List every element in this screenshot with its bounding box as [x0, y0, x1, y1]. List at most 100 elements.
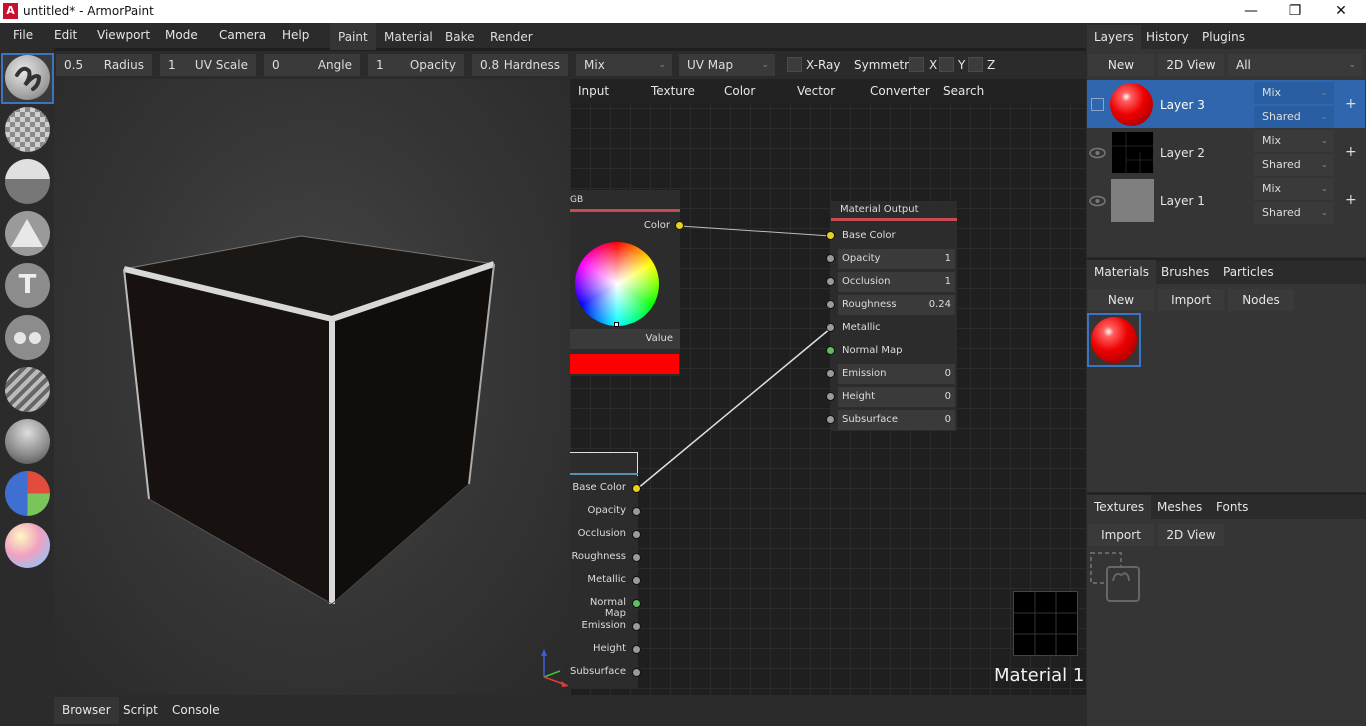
uv-scale-field[interactable]: 1 UV Scale: [160, 54, 256, 76]
sym-z-checkbox[interactable]: [968, 57, 983, 72]
tab-meshes[interactable]: Meshes: [1150, 495, 1209, 519]
tab-fonts[interactable]: Fonts: [1209, 495, 1255, 519]
2d-view-button[interactable]: 2D View: [1158, 54, 1224, 76]
color-wheel[interactable]: [575, 242, 659, 326]
layer-2-add-mask-button[interactable]: +: [1345, 144, 1357, 160]
principled-output-socket[interactable]: [632, 507, 641, 516]
principled-output-socket[interactable]: [632, 576, 641, 585]
layer-3-blend-dropdown[interactable]: Mix ⌄: [1254, 82, 1334, 104]
output-input-socket[interactable]: [826, 277, 835, 286]
radius-field[interactable]: 0.5 Radius: [56, 54, 152, 76]
output-input-socket[interactable]: [826, 300, 835, 309]
menu-camera[interactable]: Camera: [213, 23, 272, 48]
angle-field[interactable]: 0 Angle: [264, 54, 360, 76]
output-input-row[interactable]: Emission 0: [838, 364, 955, 384]
clone-tool-icon[interactable]: [5, 315, 50, 360]
tab-paint[interactable]: Paint: [330, 23, 376, 50]
output-input-row[interactable]: Opacity 1: [838, 249, 955, 269]
xray-checkbox[interactable]: [787, 57, 802, 72]
blur-tool-icon[interactable]: [5, 367, 50, 412]
principled-output-socket[interactable]: [632, 553, 641, 562]
menu-viewport[interactable]: Viewport: [91, 23, 156, 48]
tab-console[interactable]: Console: [164, 697, 228, 724]
sym-x-checkbox[interactable]: [909, 57, 924, 72]
node-menu-input[interactable]: Input: [578, 84, 609, 98]
tab-plugins[interactable]: Plugins: [1195, 25, 1252, 49]
output-input-row[interactable]: Occlusion 1: [838, 272, 955, 292]
decal-tool-icon[interactable]: [5, 211, 50, 256]
node-menu-converter[interactable]: Converter: [870, 84, 930, 98]
layer-1-add-mask-button[interactable]: +: [1345, 192, 1357, 208]
rgb-node[interactable]: GB Color Value: [570, 190, 680, 376]
minimize-button[interactable]: —: [1228, 0, 1274, 23]
3d-viewport[interactable]: [54, 79, 570, 695]
tab-browser[interactable]: Browser: [54, 697, 119, 724]
colorid-tool-icon[interactable]: [5, 471, 50, 516]
blend-mode-dropdown[interactable]: Mix ⌄: [576, 54, 672, 76]
nodes-button[interactable]: Nodes: [1228, 289, 1294, 311]
brush-tool-icon[interactable]: [5, 55, 50, 100]
output-input-socket[interactable]: [826, 323, 835, 332]
node-menu-texture[interactable]: Texture: [651, 84, 695, 98]
layer-filter-dropdown[interactable]: All ⌄: [1228, 54, 1362, 76]
principled-output-socket[interactable]: [632, 484, 641, 493]
output-input-socket[interactable]: [826, 231, 835, 240]
output-input-socket[interactable]: [826, 392, 835, 401]
eraser-tool-icon[interactable]: [5, 107, 50, 152]
tab-materials[interactable]: Materials: [1087, 260, 1157, 284]
import-material-button[interactable]: Import: [1158, 289, 1224, 311]
import-texture-button[interactable]: Import: [1088, 524, 1154, 546]
sym-y-checkbox[interactable]: [939, 57, 954, 72]
principled-output-socket[interactable]: [632, 599, 641, 608]
tab-render[interactable]: Render: [482, 23, 541, 50]
texture-2d-view-button[interactable]: 2D View: [1158, 524, 1224, 546]
tab-script[interactable]: Script: [115, 697, 166, 724]
color-wheel-cursor[interactable]: [614, 322, 619, 327]
layer-2-mask-dropdown[interactable]: Shared ⌄: [1254, 154, 1334, 176]
principled-output-socket[interactable]: [632, 622, 641, 631]
tab-bake[interactable]: Bake: [437, 23, 483, 50]
layer-2-blend-dropdown[interactable]: Mix ⌄: [1254, 130, 1334, 152]
tab-layers[interactable]: Layers: [1087, 25, 1141, 49]
particle-tool-icon[interactable]: [5, 419, 50, 464]
new-material-button[interactable]: New: [1088, 289, 1154, 311]
material-1-slot[interactable]: [1087, 313, 1141, 367]
text-tool-icon[interactable]: T: [5, 263, 50, 308]
output-input-row[interactable]: Subsurface 0: [838, 410, 955, 430]
principled-output-socket[interactable]: [632, 530, 641, 539]
tab-particles[interactable]: Particles: [1216, 260, 1281, 284]
rgb-color-output-socket[interactable]: [675, 221, 684, 230]
menu-file[interactable]: File: [7, 23, 39, 48]
node-menu-search[interactable]: Search: [943, 84, 984, 98]
output-input-row[interactable]: Height 0: [838, 387, 955, 407]
principled-output-socket[interactable]: [632, 645, 641, 654]
output-input-row[interactable]: Roughness 0.24: [838, 295, 955, 315]
output-input-socket[interactable]: [826, 346, 835, 355]
layer-3-add-mask-button[interactable]: +: [1345, 96, 1357, 112]
opacity-field[interactable]: 1 Opacity: [368, 54, 464, 76]
layer-1-blend-dropdown[interactable]: Mix ⌄: [1254, 178, 1334, 200]
tab-textures[interactable]: Textures: [1087, 495, 1152, 519]
menu-edit[interactable]: Edit: [48, 23, 83, 48]
eye-icon[interactable]: [1089, 194, 1106, 208]
output-input-socket[interactable]: [826, 415, 835, 424]
node-menu-vector[interactable]: Vector: [797, 84, 835, 98]
maximize-button[interactable]: ❐: [1272, 0, 1318, 23]
tab-material[interactable]: Material: [376, 23, 441, 50]
menu-help[interactable]: Help: [276, 23, 315, 48]
layer-visibility-checkbox[interactable]: [1091, 98, 1104, 111]
layer-3-mask-dropdown[interactable]: Shared ⌄: [1254, 106, 1334, 128]
hardness-field[interactable]: 0.8 Hardness: [472, 54, 568, 76]
tab-history[interactable]: History: [1139, 25, 1196, 49]
tab-brushes[interactable]: Brushes: [1154, 260, 1216, 284]
output-input-socket[interactable]: [826, 254, 835, 263]
eye-icon[interactable]: [1089, 146, 1106, 160]
menu-mode[interactable]: Mode: [159, 23, 204, 48]
layer-1-mask-dropdown[interactable]: Shared ⌄: [1254, 202, 1334, 224]
close-button[interactable]: ✕: [1318, 0, 1364, 23]
picker-tool-icon[interactable]: [5, 523, 50, 568]
fill-tool-icon[interactable]: [5, 159, 50, 204]
node-menu-color[interactable]: Color: [724, 84, 755, 98]
new-layer-button[interactable]: New: [1088, 54, 1154, 76]
texcoord-dropdown[interactable]: UV Map ⌄: [679, 54, 775, 76]
